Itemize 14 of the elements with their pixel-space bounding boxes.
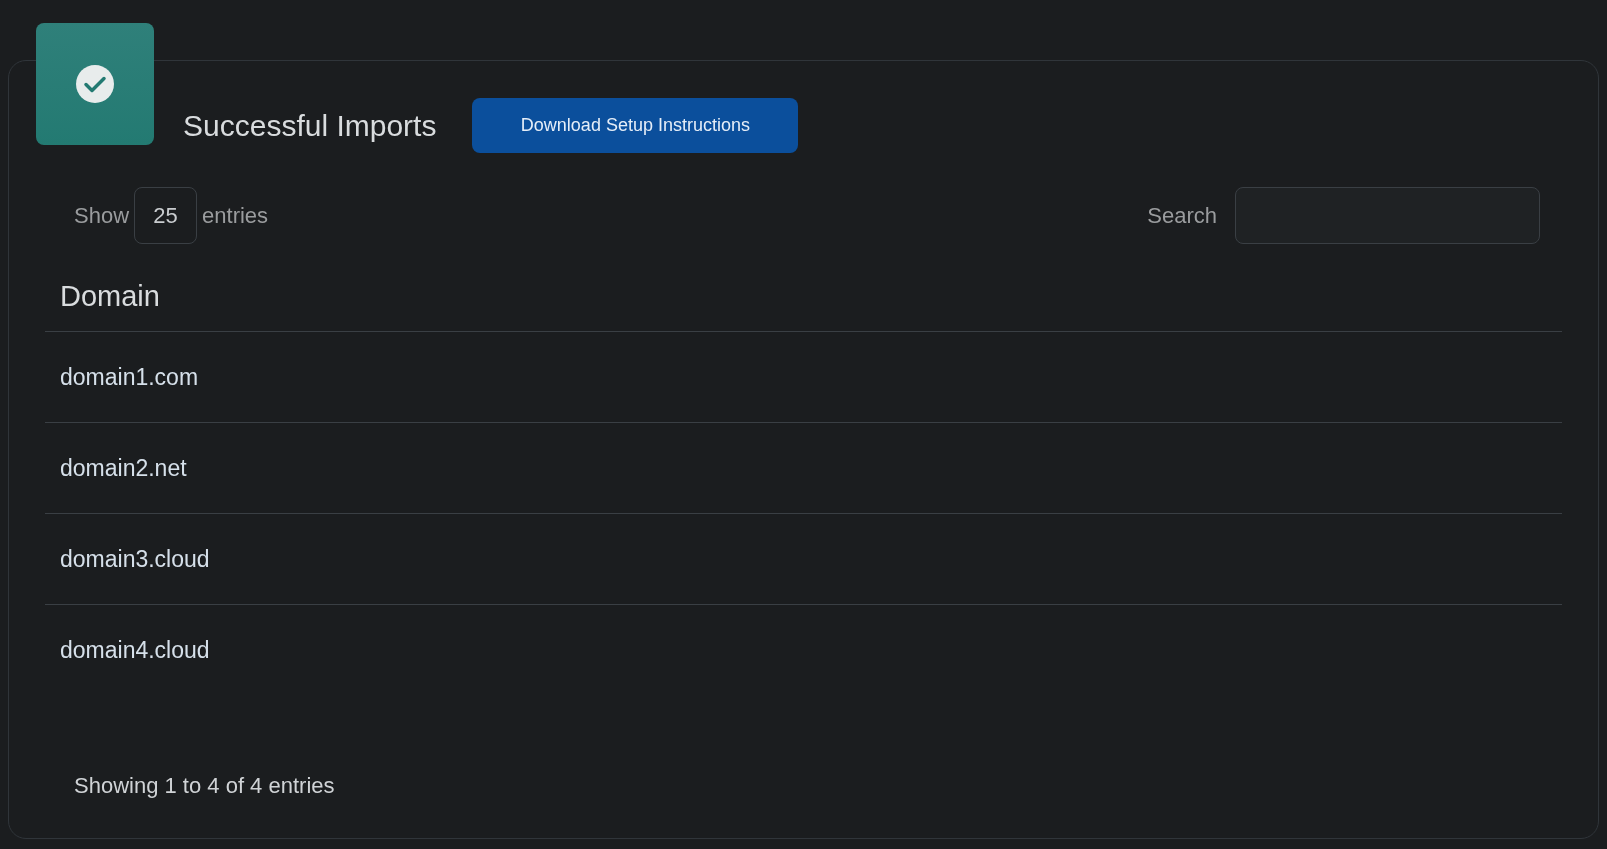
table-cell-text: domain4.cloud xyxy=(60,636,210,666)
download-button[interactable]: Download Setup Instructions xyxy=(472,98,799,153)
table-cell-text: domain3.cloud xyxy=(60,544,210,574)
column-header[interactable]: Domain xyxy=(60,274,160,319)
show-label: Show xyxy=(74,202,130,230)
entries-select[interactable]: 25 xyxy=(134,187,198,244)
check-circle-icon xyxy=(75,64,115,104)
search-field[interactable] xyxy=(1235,187,1540,244)
search-label: Search xyxy=(1147,202,1217,230)
table-cell-text: domain1.com xyxy=(60,362,199,392)
table-info: Showing 1 to 4 of 4 entries xyxy=(74,772,336,800)
panel-title: Successful Imports xyxy=(183,108,437,144)
entries-label: entries xyxy=(202,202,269,230)
table-cell-text: domain2.net xyxy=(60,453,187,483)
